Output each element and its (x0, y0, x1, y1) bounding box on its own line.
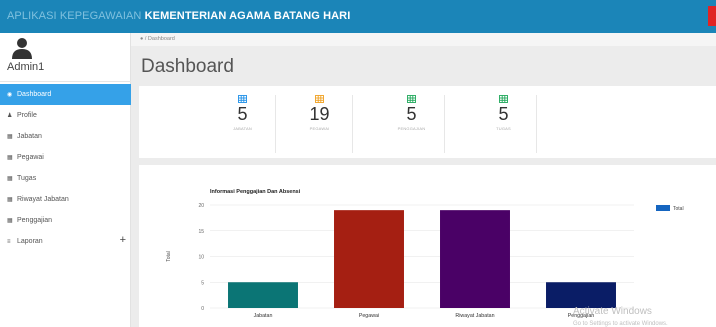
bar-chart: Informasi Penggajian Dan Absensi 0 5 10 15 20… (166, 189, 684, 319)
app-title[interactable]: APLIKASI KEPEGAWAIAN KEMENTERIAN AGAMA B… (7, 10, 350, 22)
sidebar-item-laporan[interactable]: ≡ Laporan + (0, 231, 131, 252)
stat-card-tugas[interactable]: 5 TUGAS (471, 95, 537, 153)
breadcrumb-current: Dashboard (147, 36, 175, 42)
stat-label: PENGGAJIAN (397, 126, 426, 131)
chart-panel: Informasi Penggajian Dan Absensi 0 5 10 15 20… (139, 165, 716, 327)
breadcrumb-separator: / (144, 36, 147, 42)
x-tick-label: Pegawai (359, 313, 379, 319)
logout-button[interactable] (708, 6, 716, 26)
bar (546, 282, 616, 308)
sidebar-item-label: Dashboard (17, 91, 52, 98)
table-icon: ▦ (7, 176, 13, 182)
sidebar-item-penggajian[interactable]: ▦ Penggajian (0, 210, 131, 231)
table-icon (407, 95, 416, 103)
sidebar-item-label: Penggajian (17, 217, 53, 224)
stat-card-pegawai[interactable]: 19 PEGAWAI (287, 95, 353, 153)
stat-label: PEGAWAI (309, 126, 330, 131)
sidebar-item-label: Profile (17, 112, 37, 119)
stat-card-penggajian[interactable]: 5 PENGGAJIAN (379, 95, 445, 153)
sidebar-item-pegawai[interactable]: ▦ Pegawai (0, 147, 131, 168)
breadcrumb: ● / Dashboard (131, 33, 716, 46)
stats-panel: 5 JABATAN 19 PEGAWAI 5 PENGGAJIAN 5 TUGA… (139, 86, 716, 158)
table-icon (499, 95, 508, 103)
app-title-prefix: APLIKASI KEPEGAWAIAN (7, 10, 142, 22)
sidebar-item-dashboard[interactable]: ◉ Dashboard (0, 84, 131, 105)
sidebar-item-profile[interactable]: ♟ Profile (0, 105, 131, 126)
sidebar-item-label: Pegawai (17, 154, 44, 161)
legend-label: Total (673, 206, 684, 212)
page-title: Dashboard (141, 56, 234, 77)
chart-title: Informasi Penggajian Dan Absensi (210, 189, 301, 195)
user-icon: ♟ (7, 113, 13, 119)
sidebar-item-tugas[interactable]: ▦ Tugas (0, 168, 131, 189)
stat-value: 19 (309, 104, 330, 124)
table-icon: ▦ (7, 155, 13, 161)
legend-swatch (656, 205, 670, 211)
y-tick-label: 20 (198, 203, 204, 209)
sidebar-divider (0, 81, 131, 82)
dashboard-icon: ◉ (7, 92, 13, 98)
home-icon[interactable]: ● (140, 36, 143, 42)
table-icon (238, 95, 247, 103)
sidebar-item-label: Jabatan (17, 133, 42, 140)
y-tick-label: 5 (201, 280, 204, 286)
stat-label: TUGAS (496, 126, 511, 131)
table-icon (315, 95, 324, 103)
top-navbar: APLIKASI KEPEGAWAIAN KEMENTERIAN AGAMA B… (0, 0, 716, 33)
sidebar-item-label: Laporan (17, 238, 43, 245)
sidebar-item-label: Tugas (17, 175, 37, 182)
sidebar-item-jabatan[interactable]: ▦ Jabatan (0, 126, 131, 147)
stat-value: 5 (406, 104, 417, 124)
table-icon: ▦ (7, 197, 13, 203)
sidebar-item-label: Riwayat Jabatan (17, 196, 69, 203)
bar (228, 282, 298, 308)
watermark-line2: Go to Settings to activate Windows. (573, 321, 668, 327)
table-icon: ▦ (7, 218, 13, 224)
stat-value: 5 (498, 104, 509, 124)
y-axis-label: Total (166, 251, 172, 262)
bar (334, 210, 404, 308)
y-tick-label: 10 (198, 255, 204, 261)
bar (440, 210, 510, 308)
stat-value: 5 (237, 104, 248, 124)
windows-activation-watermark: Activate Windows Go to Settings to activ… (573, 306, 668, 327)
table-icon: ▦ (7, 134, 13, 140)
x-tick-label: Riwayat Jabatan (455, 313, 494, 319)
sidebar-item-riwayat-jabatan[interactable]: ▦ Riwayat Jabatan (0, 189, 131, 210)
watermark-line1: Activate Windows (573, 306, 652, 317)
sidebar-menu: ◉ Dashboard ♟ Profile ▦ Jabatan ▦ Pegawa… (0, 84, 131, 252)
list-icon: ≡ (7, 238, 11, 245)
user-avatar-icon (12, 38, 32, 59)
app-title-org: KEMENTERIAN AGAMA BATANG HARI (144, 10, 351, 22)
stat-card-jabatan[interactable]: 5 JABATAN (210, 95, 276, 153)
y-tick-label: 15 (198, 229, 204, 235)
stat-label: JABATAN (233, 126, 252, 131)
expand-icon[interactable]: + (120, 234, 126, 246)
y-tick-label: 0 (201, 306, 204, 312)
sidebar: Admin1 ◉ Dashboard ♟ Profile ▦ Jabatan ▦… (0, 33, 131, 327)
username: Admin1 (7, 61, 45, 73)
x-tick-label: Jabatan (254, 313, 273, 319)
